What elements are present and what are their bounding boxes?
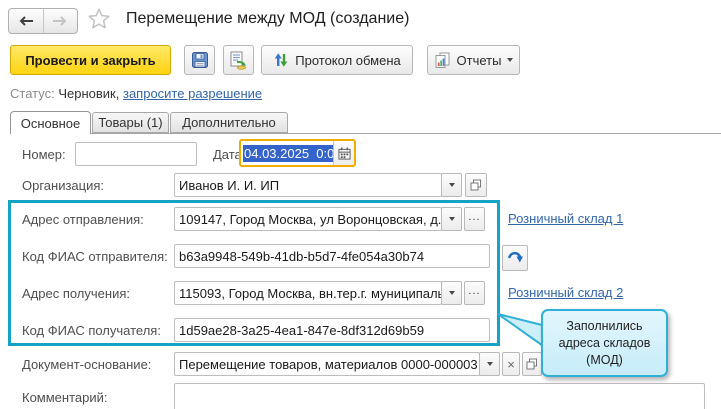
address-from-dropdown-button[interactable]	[441, 207, 462, 231]
base-document-dropdown-button[interactable]	[479, 352, 500, 376]
fias-from-input[interactable]: b63a9948-549b-41db-b5d7-4fe054a30b74	[174, 244, 490, 268]
chevron-down-icon	[448, 217, 455, 221]
tab-goods-label: Товары (1)	[98, 115, 163, 130]
floppy-save-icon	[191, 52, 208, 68]
tab-main[interactable]: Основное	[10, 111, 91, 134]
document-form-window: Перемещение между МОД (создание) Провест…	[0, 0, 721, 409]
organization-open-button[interactable]	[465, 173, 487, 197]
address-to-input[interactable]: 115093, Город Москва, вн.тер.г. муниципа…	[174, 281, 442, 305]
callout-line2: адреса складов	[558, 335, 651, 350]
warehouse2-link[interactable]: Розничный склад 2	[508, 285, 623, 300]
exchange-protocol-button[interactable]: Протокол обмена	[261, 45, 413, 75]
exchange-protocol-label: Протокол обмена	[295, 52, 401, 68]
organization-dropdown-button[interactable]	[441, 173, 462, 197]
chevron-down-icon	[507, 58, 514, 62]
chevron-down-icon	[448, 183, 455, 187]
tab-main-label: Основное	[20, 115, 81, 131]
callout-line3: (МОД)	[586, 352, 623, 367]
tab-goods[interactable]: Товары (1)	[92, 112, 169, 133]
fias-to-input[interactable]: 1d59ae28-3a25-4ea1-847e-8df312d69b59	[174, 318, 490, 342]
post-document-button[interactable]	[223, 45, 254, 75]
save-button[interactable]	[184, 45, 215, 75]
base-document-open-button[interactable]	[522, 352, 542, 376]
status-value: Черновик,	[58, 86, 120, 101]
reports-button[interactable]: Отчеты	[427, 45, 520, 75]
comment-label: Комментарий:	[22, 390, 108, 405]
ellipsis-icon: ...	[468, 285, 481, 297]
address-from-choose-button[interactable]: ...	[464, 207, 485, 231]
base-document-label: Документ-основание:	[22, 357, 152, 372]
reports-label: Отчеты	[456, 52, 502, 68]
chevron-down-icon	[486, 362, 493, 366]
status-line: Статус: Черновик, запросите разрешение	[10, 86, 262, 101]
history-nav-group	[8, 8, 78, 34]
exchange-arrows-icon	[275, 53, 288, 67]
address-to-dropdown-button[interactable]	[441, 281, 462, 305]
back-arrow-icon	[19, 16, 33, 26]
organization-input[interactable]: Иванов И. И. ИП	[174, 173, 442, 197]
refresh-arrow-icon	[508, 251, 523, 263]
tabstrip-baseline	[10, 133, 721, 134]
open-form-icon	[470, 179, 481, 191]
page-title: Перемещение между МОД (создание)	[126, 10, 410, 27]
address-from-label: Адрес отправления:	[22, 212, 144, 227]
fias-to-label: Код ФИАС получателя:	[22, 323, 161, 338]
status-label: Статус:	[10, 86, 55, 101]
number-label: Номер:	[22, 147, 66, 162]
comment-input[interactable]	[174, 383, 705, 409]
base-document-input[interactable]: Перемещение товаров, материалов 0000-000…	[174, 352, 480, 376]
tab-additional[interactable]: Дополнительно	[170, 112, 288, 133]
date-field-focus-ring: 04.03.2025 0:00:	[239, 139, 356, 167]
ellipsis-icon: ...	[468, 211, 481, 223]
callout-tooltip: Заполнились адреса складов (МОД)	[541, 309, 668, 377]
post-and-close-label: Провести и закрыть	[25, 52, 156, 68]
back-button[interactable]	[9, 9, 43, 33]
forward-button[interactable]	[42, 9, 78, 33]
calendar-icon	[337, 146, 351, 160]
post-and-close-button[interactable]: Провести и закрыть	[10, 45, 171, 75]
favorite-star-button[interactable]	[86, 6, 112, 32]
fias-from-label: Код ФИАС отправителя:	[22, 249, 168, 264]
tab-additional-label: Дополнительно	[182, 115, 276, 130]
refill-addresses-button[interactable]	[502, 245, 528, 271]
base-document-clear-button[interactable]: ×	[502, 352, 520, 376]
callout-tail	[497, 313, 547, 349]
forward-arrow-icon	[53, 16, 67, 26]
close-icon: ×	[507, 356, 515, 372]
star-icon	[88, 8, 110, 29]
report-chart-icon	[435, 52, 450, 68]
post-document-icon	[230, 51, 246, 70]
address-from-input[interactable]: 109147, Город Москва, ул Воронцовская, д…	[174, 207, 442, 231]
address-to-label: Адрес получения:	[22, 286, 130, 301]
warehouse1-link[interactable]: Розничный склад 1	[508, 211, 623, 226]
request-permission-link[interactable]: запросите разрешение	[123, 86, 262, 101]
date-input[interactable]: 04.03.2025 0:00:	[241, 141, 333, 165]
open-form-icon	[526, 358, 537, 370]
organization-label: Организация:	[22, 178, 105, 193]
calendar-button[interactable]	[334, 141, 354, 165]
number-input[interactable]	[75, 142, 197, 166]
address-to-choose-button[interactable]: ...	[464, 281, 485, 305]
date-selected-text: 04.03.2025 0:00:	[243, 144, 333, 162]
chevron-down-icon	[448, 291, 455, 295]
callout-line1: Заполнились	[566, 318, 643, 333]
